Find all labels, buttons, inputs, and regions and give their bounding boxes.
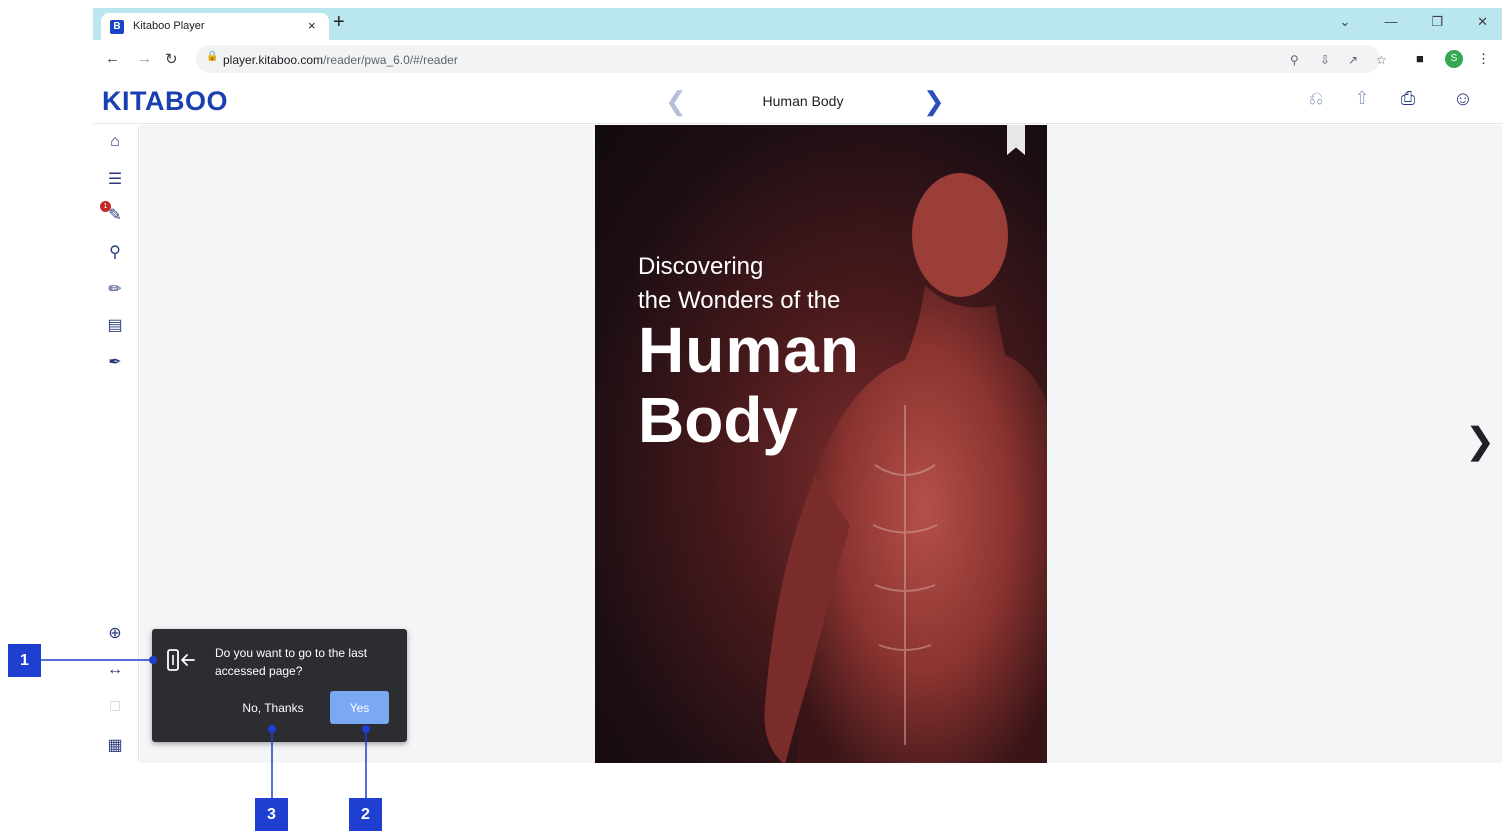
callout-badge-3: 3 bbox=[255, 798, 288, 831]
callout-3-dot bbox=[268, 725, 276, 733]
callout-badge-2: 2 bbox=[349, 798, 382, 831]
callout-2-dot bbox=[362, 725, 370, 733]
callout-badge-1: 1 bbox=[8, 644, 41, 677]
callout-connectors bbox=[41, 656, 370, 798]
callout-1-dot bbox=[149, 656, 157, 664]
screenshot-stage: B Kitaboo Player × + ⌄ — ❐ ✕ ← → ↻ 🔒 pla… bbox=[0, 0, 1509, 839]
